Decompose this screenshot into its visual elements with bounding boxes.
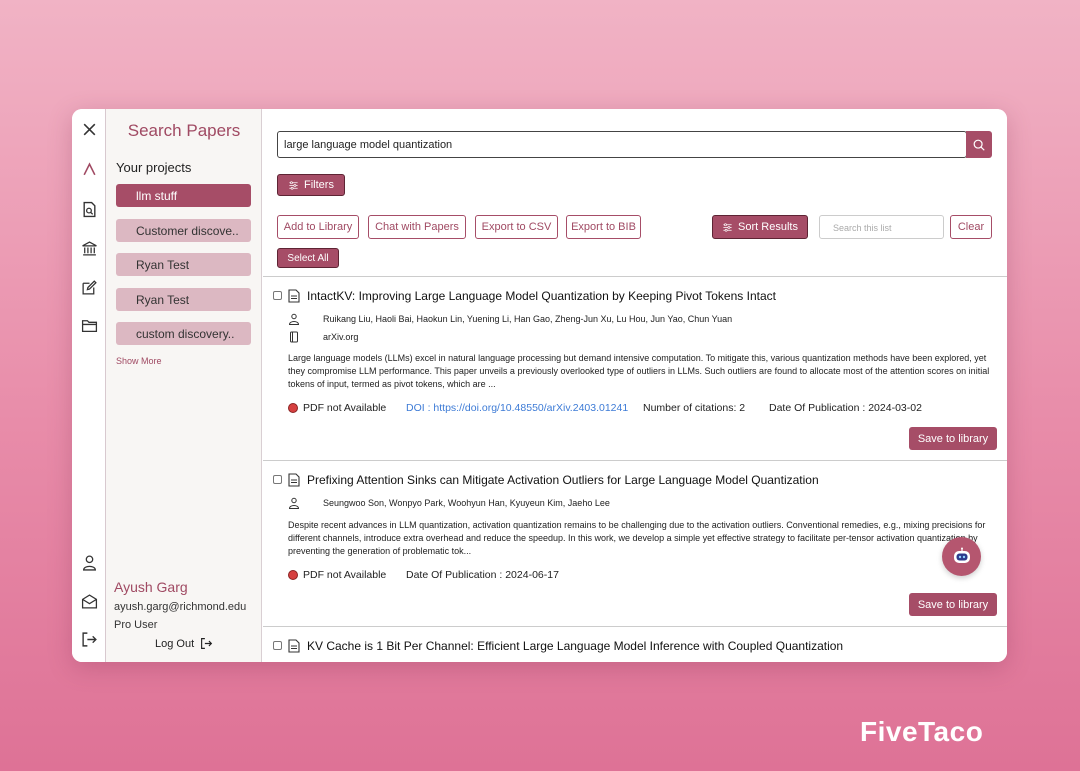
logout-label: Log Out [155, 637, 195, 650]
paper-abstract: Large language models (LLMs) excel in na… [288, 353, 990, 389]
pdf-status-dot [288, 570, 298, 580]
paper-authors: Seungwoo Son, Wonpyo Park, Woohyun Han, … [323, 498, 610, 508]
app-window: Search Papers Your projects llm stuff Cu… [72, 109, 1007, 662]
projects-header: Your projects [116, 160, 192, 175]
paper-abstract: Despite recent advances in LLM quantizat… [288, 520, 986, 556]
paper-checkbox[interactable] [273, 641, 282, 650]
paper-authors: Ruikang Liu, Haoli Bai, Haokun Lin, Yuen… [323, 314, 733, 324]
pdf-status: PDF not Available [303, 402, 387, 414]
paper-checkbox[interactable] [273, 291, 282, 300]
select-all-button[interactable]: Select All [277, 248, 339, 268]
document-icon [288, 639, 300, 653]
sort-results-label: Sort Results [738, 221, 798, 233]
inbox-icon[interactable] [79, 591, 99, 611]
search-icon [973, 139, 985, 151]
projects-sidebar: Search Papers Your projects llm stuff Cu… [106, 109, 262, 662]
clear-button[interactable]: Clear [950, 215, 992, 239]
chat-with-papers-button[interactable]: Chat with Papers [368, 215, 466, 239]
sidebar-title: Search Papers [127, 121, 241, 140]
close-icon[interactable] [79, 119, 99, 139]
paper-checkbox[interactable] [273, 475, 282, 484]
project-item[interactable]: Customer discove.. [116, 219, 251, 242]
export-bib-button[interactable]: Export to BIB [566, 215, 641, 239]
sliders-icon [723, 222, 732, 232]
save-to-library-button[interactable]: Save to library [909, 593, 997, 616]
doi-link[interactable]: DOI : https://doi.org/10.48550/arXiv.240… [406, 402, 628, 414]
list-search-input[interactable]: Search this list [819, 215, 944, 239]
user-email: ayush.garg@richmond.edu [114, 601, 247, 613]
icon-rail [72, 109, 106, 662]
library-building-icon[interactable] [79, 238, 99, 258]
search-input[interactable]: large language model quantization [277, 131, 967, 158]
brand-logo: FiveTaco [860, 716, 984, 747]
paper-title[interactable]: Prefixing Attention Sinks can Mitigate A… [307, 473, 819, 487]
author-icon [288, 497, 300, 509]
paper-card: KV Cache is 1 Bit Per Channel: Efficient… [263, 627, 1007, 662]
paper-source: arXiv.org [323, 332, 359, 342]
logo-caret-icon[interactable] [79, 159, 99, 179]
folder-icon[interactable] [79, 315, 99, 335]
add-to-library-button[interactable]: Add to Library [277, 215, 359, 239]
logout-icon[interactable] [79, 629, 99, 649]
user-icon[interactable] [79, 552, 99, 572]
filters-label: Filters [304, 179, 334, 191]
paper-title[interactable]: KV Cache is 1 Bit Per Channel: Efficient… [307, 639, 843, 653]
show-more-link[interactable]: Show More [116, 356, 162, 366]
document-icon [288, 289, 300, 303]
paper-card: IntactKV: Improving Large Language Model… [263, 277, 1007, 460]
project-item[interactable]: Ryan Test [116, 288, 251, 311]
logout-button[interactable]: Log Out [155, 637, 213, 650]
pdf-status-dot [288, 403, 298, 413]
robot-icon [953, 547, 970, 563]
citation-count: Number of citations: 2 [643, 402, 746, 414]
publication-date: Date Of Publication : 2024-06-17 [406, 569, 559, 581]
logout-arrow-icon [201, 638, 213, 649]
user-plan: Pro User [114, 619, 158, 631]
paper-title[interactable]: IntactKV: Improving Large Language Model… [307, 289, 776, 303]
search-button[interactable] [966, 131, 992, 158]
paper-card: Prefixing Attention Sinks can Mitigate A… [263, 461, 1007, 626]
project-item[interactable]: custom discovery.. [116, 322, 251, 345]
save-to-library-button[interactable]: Save to library [909, 427, 997, 450]
author-icon [288, 313, 300, 325]
journal-icon [290, 331, 298, 343]
document-icon [288, 473, 300, 487]
sliders-icon [289, 180, 298, 190]
search-document-icon[interactable] [79, 199, 99, 219]
filters-button[interactable]: Filters [277, 174, 345, 196]
project-item[interactable]: Ryan Test [116, 253, 251, 276]
pdf-status: PDF not Available [303, 569, 387, 581]
main-content: large language model quantization Filter… [263, 109, 1007, 662]
export-csv-button[interactable]: Export to CSV [475, 215, 558, 239]
publication-date: Date Of Publication : 2024-03-02 [769, 402, 922, 414]
sort-results-button[interactable]: Sort Results [712, 215, 808, 239]
chatbot-button[interactable] [942, 537, 981, 576]
user-name: Ayush Garg [114, 579, 188, 595]
edit-icon[interactable] [79, 277, 99, 297]
project-item[interactable]: llm stuff [116, 184, 251, 207]
